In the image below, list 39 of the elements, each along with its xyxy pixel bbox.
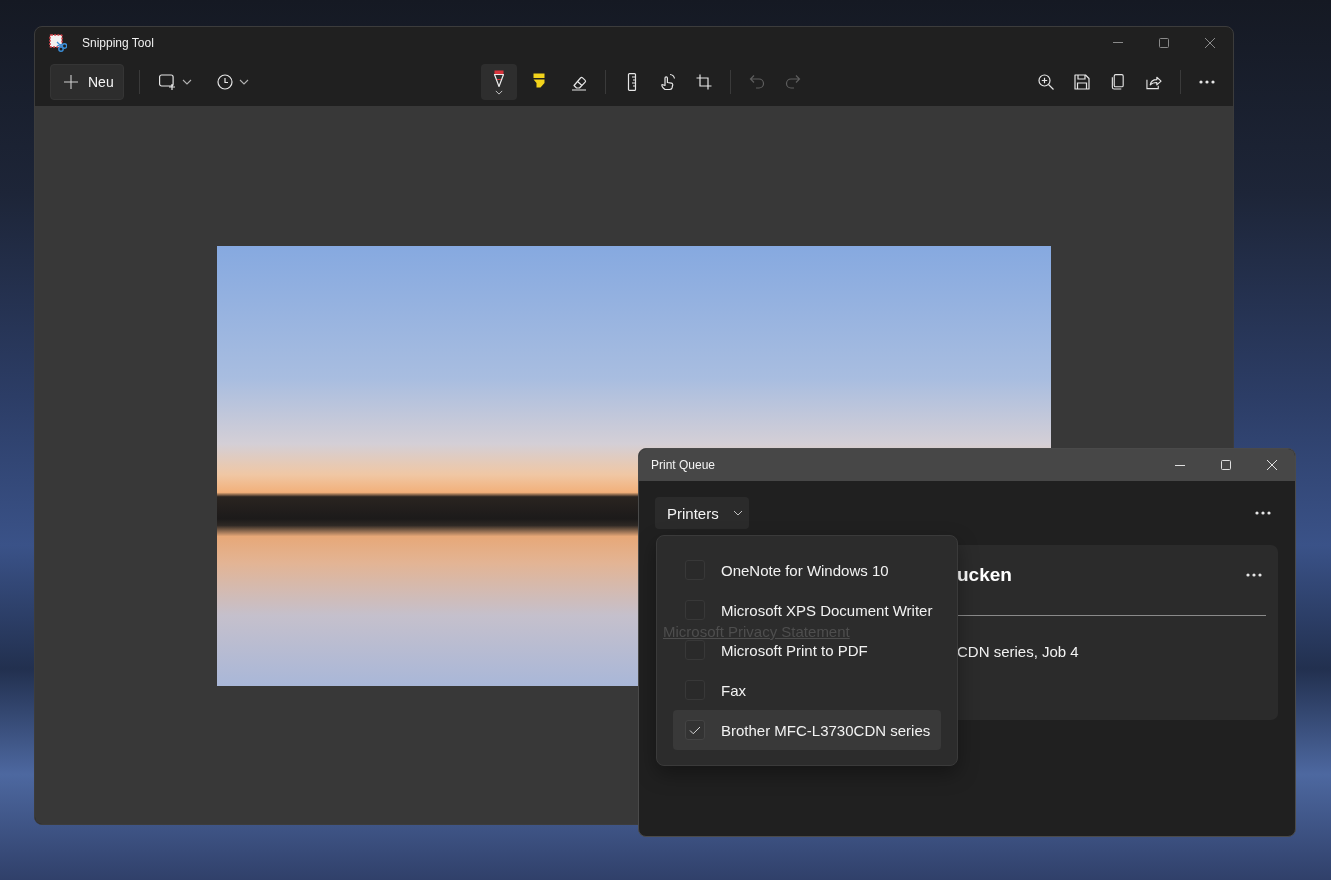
share-icon bbox=[1146, 74, 1162, 90]
card-title: ucken bbox=[957, 564, 1012, 586]
crop-icon bbox=[696, 74, 712, 90]
printer-menu-item[interactable]: Microsoft Print to PDF bbox=[673, 640, 941, 660]
save-icon bbox=[1074, 74, 1090, 90]
plus-icon bbox=[64, 75, 78, 89]
close-icon bbox=[1205, 37, 1215, 48]
more-icon bbox=[1199, 80, 1215, 84]
new-button[interactable]: Neu bbox=[50, 64, 124, 100]
zoom-in-icon bbox=[1038, 74, 1054, 90]
printers-dropdown[interactable]: Printers bbox=[655, 497, 749, 529]
more-icon bbox=[1246, 573, 1262, 577]
maximize-icon bbox=[1159, 37, 1169, 48]
printer-menu-item[interactable]: OneNote for Windows 10 bbox=[673, 560, 941, 580]
window-title: Print Queue bbox=[651, 458, 716, 472]
minimize-icon bbox=[1113, 42, 1123, 43]
undo-icon bbox=[749, 74, 765, 90]
window-title: Snipping Tool bbox=[82, 35, 154, 50]
printer-menu-item[interactable]: Microsoft XPS Document Writer bbox=[673, 600, 941, 620]
more-icon bbox=[1255, 511, 1271, 515]
printer-menu-item[interactable]: Fax bbox=[673, 680, 941, 700]
minimize-icon bbox=[1175, 464, 1185, 466]
pen-tool-button[interactable] bbox=[481, 64, 517, 100]
chevron-down-icon bbox=[239, 79, 249, 85]
chevron-down-icon bbox=[732, 510, 743, 516]
hand-icon bbox=[659, 73, 677, 91]
redo-icon bbox=[785, 74, 801, 90]
rectangle-snip-icon bbox=[158, 74, 176, 90]
close-icon bbox=[1267, 460, 1277, 470]
copy-icon bbox=[1110, 74, 1126, 90]
print-job-text: CDN series, Job 4 bbox=[957, 643, 1079, 661]
chevron-down-icon bbox=[181, 79, 192, 85]
scissors-app-icon bbox=[49, 33, 67, 52]
checkbox[interactable] bbox=[685, 720, 705, 740]
chevron-down-icon bbox=[495, 89, 503, 95]
maximize-icon bbox=[1221, 460, 1231, 470]
printer-menu-item[interactable]: Brother MFC-L3730CDN series bbox=[673, 710, 941, 750]
checkmark-icon bbox=[689, 725, 701, 735]
clock-icon bbox=[217, 74, 233, 90]
